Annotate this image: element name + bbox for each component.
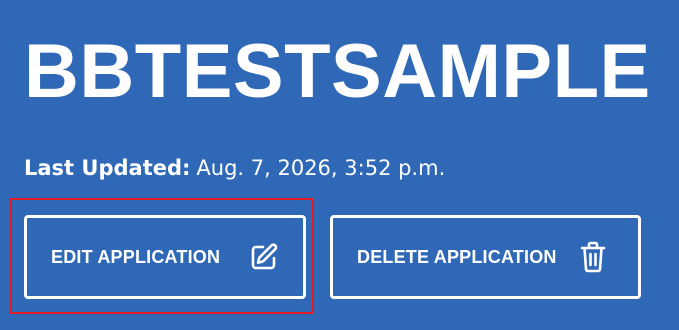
last-updated: Last Updated: Aug. 7, 2026, 3:52 p.m. <box>24 152 445 183</box>
last-updated-label: Last Updated: <box>24 156 191 180</box>
edit-application-button[interactable]: EDIT APPLICATION <box>24 215 306 299</box>
page-title: BBTESTSAMPLE <box>24 29 651 114</box>
last-updated-value: Aug. 7, 2026, 3:52 p.m. <box>196 156 446 180</box>
delete-application-button[interactable]: DELETE APPLICATION <box>330 215 641 299</box>
delete-application-label: DELETE APPLICATION <box>357 246 557 267</box>
edit-icon <box>247 239 281 275</box>
edit-application-label: EDIT APPLICATION <box>51 246 221 267</box>
trash-icon <box>576 239 610 275</box>
